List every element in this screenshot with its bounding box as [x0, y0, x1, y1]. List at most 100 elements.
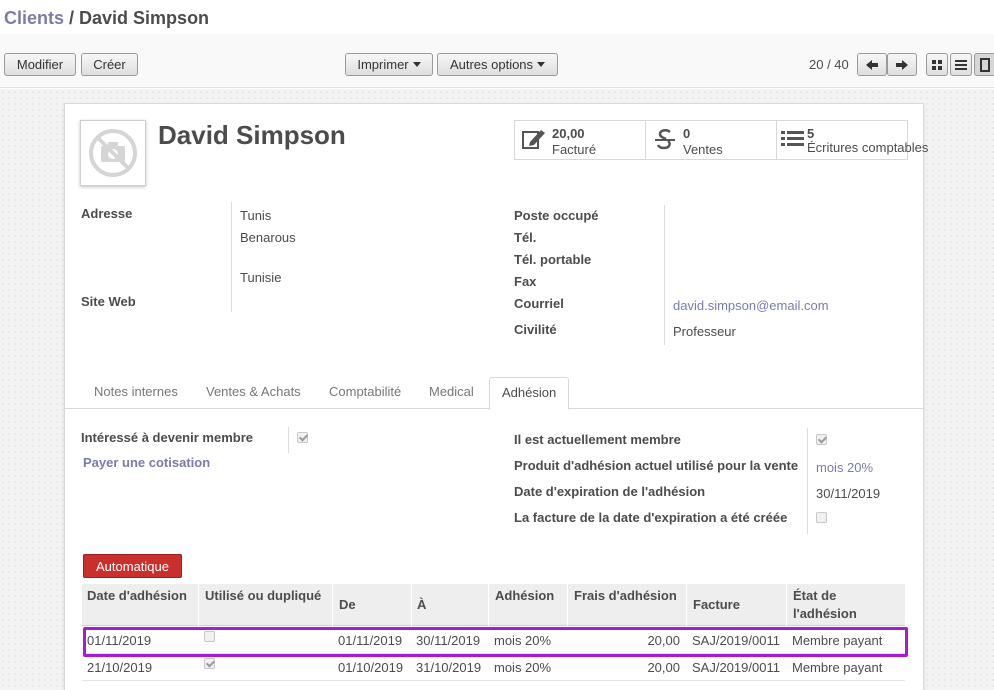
- column-separator: [411, 584, 412, 626]
- address-line1: Tunis: [240, 208, 272, 223]
- expiry-invoice-created-checkbox[interactable]: [816, 512, 827, 523]
- column-header-fee[interactable]: Frais d'adhésion: [574, 587, 677, 605]
- current-member-checkbox[interactable]: [816, 434, 827, 445]
- breadcrumb-current: David Simpson: [79, 8, 210, 28]
- arrow-right-icon: [896, 59, 908, 70]
- pager-next-button[interactable]: [887, 53, 917, 76]
- cell-date: 21/10/2019: [87, 660, 153, 675]
- address-label: Adresse: [81, 206, 133, 221]
- journal-items-stat-button[interactable]: 5 Écritures comptables: [777, 121, 928, 159]
- journal-items-value: 5: [807, 126, 815, 141]
- title-value: Professeur: [673, 324, 736, 339]
- current-member-label: Il est actuellement membre: [514, 432, 681, 447]
- address-divider: [231, 202, 232, 312]
- partner-avatar[interactable]: [80, 120, 146, 186]
- column-separator: [686, 584, 687, 626]
- table-row[interactable]: 21/10/2019 01/10/2019 31/10/2019 mois 20…: [82, 654, 905, 681]
- smart-buttons: 20,00 Facturé 0 Ventes 5 Écritures compt…: [514, 120, 928, 160]
- fax-label: Fax: [514, 274, 537, 289]
- cell-from: 01/10/2019: [338, 660, 404, 675]
- control-panel: Modifier Créer Imprimer Autres options 2…: [0, 34, 994, 88]
- cell-to: 30/11/2019: [416, 633, 481, 648]
- automatic-button[interactable]: Automatique: [83, 554, 182, 578]
- interested-divider: [288, 427, 289, 453]
- cell-invoice: SAJ/2019/0011: [692, 660, 780, 675]
- breadcrumb: Clients / David Simpson: [4, 8, 209, 29]
- partner-name: David Simpson: [158, 120, 346, 150]
- job-position-label: Poste occupé: [514, 208, 599, 223]
- tab-membership[interactable]: Adhésion: [489, 377, 570, 410]
- edit-invoice-icon: [522, 130, 545, 149]
- cell-used-checkbox[interactable]: [204, 631, 215, 642]
- column-separator: [488, 584, 489, 626]
- cell-membership-product: mois 20%: [494, 660, 552, 675]
- print-label: Imprimer: [357, 57, 409, 72]
- address-line2: Benarous: [240, 230, 296, 245]
- tab-accounting[interactable]: Comptabilité: [329, 377, 401, 409]
- membership-product-link[interactable]: mois 20%: [816, 460, 873, 475]
- column-header-date[interactable]: Date d'adhésion: [87, 587, 187, 605]
- column-header-state[interactable]: État de l'adhésion: [793, 587, 883, 623]
- column-header-membership[interactable]: Adhésion: [495, 587, 554, 605]
- column-separator: [198, 584, 199, 626]
- invoiced-stat-button[interactable]: 20,00 Facturé: [515, 121, 646, 159]
- membership-divider: [807, 428, 808, 534]
- interested-member-checkbox[interactable]: [297, 432, 308, 443]
- column-header-from[interactable]: De: [339, 596, 356, 614]
- edit-button[interactable]: Modifier: [4, 53, 76, 76]
- table-row[interactable]: 01/11/2019 01/11/2019 30/11/2019 mois 20…: [82, 627, 905, 654]
- list-view-button[interactable]: [950, 53, 972, 76]
- invoiced-value: 20,00: [552, 126, 585, 141]
- cell-membership-product: mois 20%: [494, 633, 552, 648]
- column-separator: [786, 584, 787, 626]
- kanban-view-button[interactable]: [926, 53, 948, 76]
- pager-previous-button[interactable]: [857, 53, 887, 76]
- cell-state: Membre payant: [792, 633, 883, 648]
- arrow-left-icon: [866, 59, 878, 70]
- no-photo-camera-icon: [89, 129, 137, 177]
- expiry-invoice-created-label: La facture de la date d'expiration a été…: [514, 510, 788, 525]
- create-button[interactable]: Créer: [81, 53, 138, 76]
- column-header-used[interactable]: Utilisé ou dupliqué: [205, 587, 321, 605]
- mobile-label: Tél. portable: [514, 252, 592, 267]
- breadcrumb-clients-link[interactable]: Clients: [4, 8, 64, 28]
- list-icon: [781, 131, 804, 146]
- membership-product-label: Produit d'adhésion actuel utilisé pour l…: [514, 458, 799, 473]
- column-separator: [332, 584, 333, 626]
- membership-expiry-value: 30/11/2019: [816, 486, 881, 501]
- cell-to: 31/10/2019: [416, 660, 482, 675]
- membership-expiry-label: Date d'expiration de l'adhésion: [514, 484, 706, 499]
- strikethrough-s-icon: [655, 129, 675, 150]
- print-dropdown[interactable]: Imprimer: [345, 53, 433, 76]
- more-options-dropdown[interactable]: Autres options: [437, 53, 558, 76]
- form-view-icon: [980, 57, 990, 72]
- caret-down-icon: [537, 62, 546, 67]
- interested-member-label: Intéressé à devenir membre: [81, 430, 253, 445]
- breadcrumb-separator: /: [64, 8, 80, 28]
- contact-divider: [664, 205, 665, 345]
- column-header-to[interactable]: À: [417, 596, 426, 614]
- cell-state: Membre payant: [792, 660, 883, 675]
- column-header-invoice[interactable]: Facture: [693, 596, 740, 614]
- cell-used-checkbox[interactable]: [204, 658, 215, 669]
- email-link[interactable]: david.simpson@email.com: [673, 298, 829, 313]
- address-country: Tunisie: [240, 270, 282, 285]
- sales-value: 0: [683, 126, 691, 141]
- cell-fee: 20,00: [647, 660, 680, 675]
- journal-items-label: Écritures comptables: [807, 140, 929, 155]
- invoiced-label: Facturé: [552, 142, 597, 157]
- phone-label: Tél.: [514, 230, 537, 245]
- form-view-button[interactable]: [974, 53, 994, 76]
- tab-sales-purchases[interactable]: Ventes & Achats: [206, 377, 301, 409]
- kanban-view-icon: [932, 59, 942, 70]
- cell-from: 01/11/2019: [338, 633, 403, 648]
- tab-internal-notes[interactable]: Notes internes: [94, 377, 178, 409]
- tab-medical[interactable]: Medical: [429, 377, 474, 409]
- more-options-label: Autres options: [449, 57, 534, 72]
- sales-label: Ventes: [683, 142, 723, 157]
- caret-down-icon: [412, 62, 421, 67]
- column-separator: [567, 584, 568, 626]
- sales-stat-button[interactable]: 0 Ventes: [646, 121, 777, 159]
- pay-membership-link[interactable]: Payer une cotisation: [83, 455, 210, 470]
- pager-value[interactable]: 20 / 40: [809, 57, 849, 72]
